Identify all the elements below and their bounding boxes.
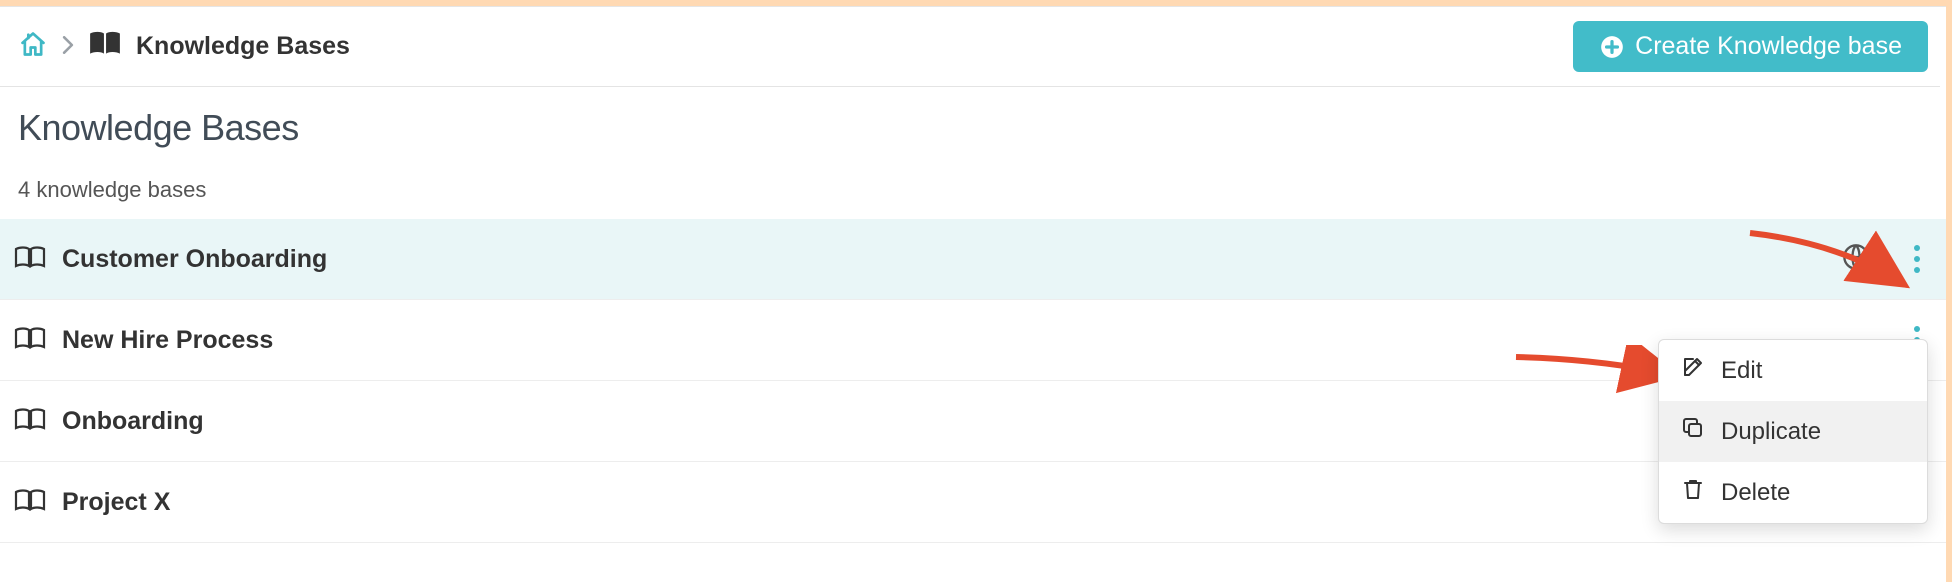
kb-list: Customer Onboarding New Hire Process [0,219,1946,543]
kb-row[interactable]: Customer Onboarding [0,219,1946,300]
chevron-right-icon [62,36,74,58]
kb-name: Onboarding [62,407,204,436]
book-open-icon [14,406,46,437]
book-open-icon [14,487,46,518]
delete-icon [1681,477,1705,508]
kb-row[interactable]: Onboarding [0,381,1946,462]
row-actions-menu: Edit Duplicate Delete [1658,339,1928,524]
kb-name: Project X [62,488,170,517]
menu-item-label: Delete [1721,479,1790,507]
menu-item-duplicate[interactable]: Duplicate [1659,401,1927,462]
menu-item-edit[interactable]: Edit [1659,340,1927,401]
breadcrumb-current: Knowledge Bases [88,29,350,64]
menu-item-delete[interactable]: Delete [1659,462,1927,523]
menu-item-label: Edit [1721,357,1762,385]
kb-name: New Hire Process [62,326,273,355]
globe-icon [1842,243,1870,276]
topbar: Knowledge Bases Create Knowledge base [0,7,1946,86]
edit-icon [1681,355,1705,386]
book-open-icon [14,244,46,275]
plus-circle-icon [1599,34,1625,60]
duplicate-icon [1681,416,1705,447]
count-text: 4 knowledge bases [0,155,1946,219]
create-knowledge-base-button[interactable]: Create Knowledge base [1573,21,1928,72]
kb-row[interactable]: Project X [0,462,1946,543]
book-open-solid-icon [88,29,122,64]
breadcrumb-current-label: Knowledge Bases [136,32,350,61]
home-icon[interactable] [18,30,48,63]
page-title: Knowledge Bases [0,87,1946,155]
breadcrumb: Knowledge Bases [18,29,350,64]
kb-row[interactable]: New Hire Process [0,300,1946,381]
book-open-icon [14,325,46,356]
kebab-menu-button[interactable] [1908,239,1926,279]
menu-item-label: Duplicate [1721,418,1821,446]
create-button-label: Create Knowledge base [1635,32,1902,61]
kb-name: Customer Onboarding [62,245,327,274]
